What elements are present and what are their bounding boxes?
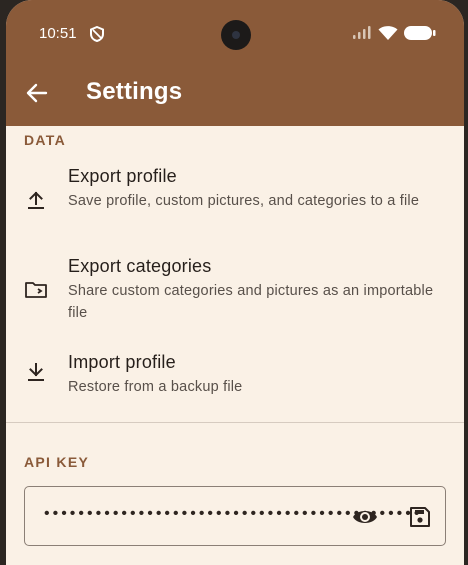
system-icons [352, 25, 436, 46]
signal-icon [352, 26, 372, 45]
wifi-icon [378, 25, 398, 46]
export-categories-item[interactable]: Export categories Share custom categorie… [6, 250, 464, 330]
shield-icon [90, 25, 104, 47]
phone-screen: 10:51 Settings DATA Export profile Save … [6, 0, 464, 565]
upload-icon [24, 188, 48, 212]
front-camera [221, 20, 251, 50]
divider [6, 422, 464, 423]
battery-icon [404, 25, 436, 46]
section-title-data: DATA [24, 132, 67, 148]
section-title-api-key: API KEY [24, 454, 90, 470]
item-title: Import profile [68, 352, 176, 372]
eye-icon[interactable] [352, 504, 378, 530]
item-subtitle: Restore from a backup file [68, 379, 243, 395]
save-icon[interactable] [407, 504, 433, 530]
item-title: Export categories [68, 256, 212, 276]
back-arrow-icon[interactable] [22, 78, 52, 108]
folder-icon [24, 278, 48, 302]
api-key-field[interactable]: ••••••••••••••••••••••••••••••••••••••••… [24, 486, 446, 546]
item-subtitle: Share custom categories and pictures as … [68, 283, 434, 321]
export-profile-item[interactable]: Export profile Save profile, custom pict… [6, 160, 464, 240]
app-bar: Settings [6, 66, 464, 126]
download-icon [24, 360, 48, 384]
item-subtitle: Save profile, custom pictures, and categ… [68, 193, 420, 209]
status-time: 10:51 [39, 25, 77, 42]
import-profile-item[interactable]: Import profile Restore from a backup fil… [6, 346, 464, 406]
status-bar: 10:51 [6, 0, 464, 66]
page-title: Settings [86, 78, 183, 105]
item-title: Export profile [68, 166, 177, 186]
